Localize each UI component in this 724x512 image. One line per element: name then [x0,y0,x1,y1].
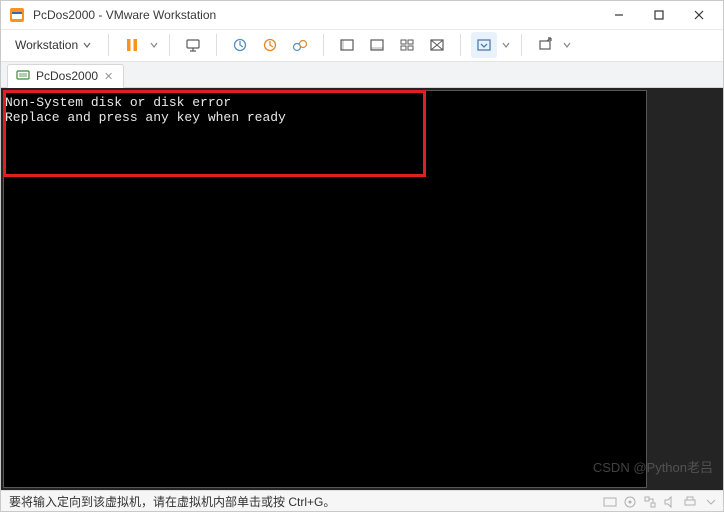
app-window: PcDos2000 - VMware Workstation Workstati… [0,0,724,512]
workstation-menu[interactable]: Workstation [9,34,98,56]
view-thumbnail-button[interactable] [394,32,420,58]
console-line-1: Non-System disk or disk error [5,95,231,110]
maximize-button[interactable] [639,1,679,29]
snapshot-manager-button[interactable] [287,32,313,58]
window-title: PcDos2000 - VMware Workstation [33,8,216,22]
vm-viewport: Non-System disk or disk error Replace an… [1,88,723,490]
disk-icon[interactable] [603,495,617,509]
chevron-down-icon [82,41,92,49]
fullscreen-button[interactable] [471,32,497,58]
console-line-2: Replace and press any key when ready [5,110,286,125]
minimize-button[interactable] [599,1,639,29]
separator [460,34,461,56]
send-ctrl-alt-del-button[interactable] [180,32,206,58]
workstation-menu-label: Workstation [15,38,78,52]
stretch-button[interactable] [532,32,558,58]
separator [323,34,324,56]
status-hint: 要将输入定向到该虚拟机，请在虚拟机内部单击或按 Ctrl+G。 [9,493,335,510]
pause-button[interactable] [119,32,145,58]
title-bar: PcDos2000 - VMware Workstation [1,1,723,30]
vmware-logo-icon [9,7,25,23]
status-tray [603,495,717,509]
view-console-button[interactable] [364,32,390,58]
separator [521,34,522,56]
vm-console[interactable]: Non-System disk or disk error Replace an… [3,90,647,488]
cd-icon[interactable] [623,495,637,509]
separator [108,34,109,56]
tab-pcdos2000[interactable]: PcDos2000 ✕ [7,64,124,88]
separator [169,34,170,56]
toolbar: Workstation [1,30,723,62]
tab-bar: PcDos2000 ✕ [1,62,723,88]
tab-label: PcDos2000 [36,69,98,83]
tab-close-icon[interactable]: ✕ [104,70,113,83]
status-bar: 要将输入定向到该虚拟机，请在虚拟机内部单击或按 Ctrl+G。 [1,490,723,511]
fullscreen-dropdown-icon[interactable] [501,41,511,49]
separator [216,34,217,56]
vm-tab-icon [16,69,30,83]
view-single-button[interactable] [334,32,360,58]
pause-dropdown-icon[interactable] [149,41,159,49]
view-unity-button[interactable] [424,32,450,58]
stretch-dropdown-icon[interactable] [562,41,572,49]
printer-icon[interactable] [683,495,697,509]
close-button[interactable] [679,1,719,29]
more-icon[interactable] [703,495,717,509]
snapshot-take-button[interactable] [227,32,253,58]
sound-icon[interactable] [663,495,677,509]
snapshot-revert-button[interactable] [257,32,283,58]
network-icon[interactable] [643,495,657,509]
